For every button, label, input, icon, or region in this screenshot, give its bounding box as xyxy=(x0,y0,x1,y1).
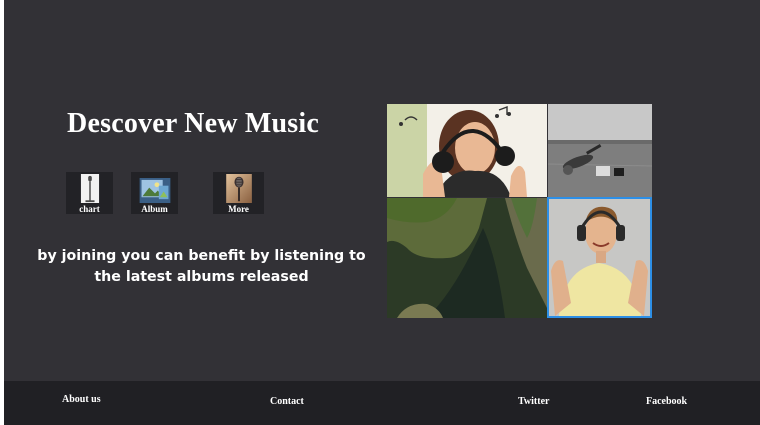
woman-headphones-image xyxy=(387,104,547,197)
more-label: More xyxy=(228,204,249,214)
woman-headphones-photo[interactable] xyxy=(387,104,547,197)
footer-link-about[interactable]: About us xyxy=(62,394,101,405)
chart-tile[interactable]: chart xyxy=(66,172,113,214)
microphone-stand-icon xyxy=(80,174,99,203)
footer-link-twitter[interactable]: Twitter xyxy=(518,396,549,407)
hero-tagline: by joining you can benefit by listening … xyxy=(37,248,366,285)
album-label: Album xyxy=(141,204,168,214)
man-headphones-photo[interactable] xyxy=(547,197,652,318)
hero-title: Descover New Music xyxy=(67,108,319,139)
canyon-river-image xyxy=(387,198,547,318)
album-tile[interactable]: Album xyxy=(131,172,178,214)
footer-link-contact[interactable]: Contact xyxy=(270,396,304,407)
photo-collage xyxy=(387,104,652,318)
person-lying-photo[interactable] xyxy=(548,104,652,197)
man-headphones-image xyxy=(549,199,650,316)
footer-link-facebook[interactable]: Facebook xyxy=(646,396,687,407)
chart-label: chart xyxy=(79,204,100,214)
person-lying-image xyxy=(548,104,652,197)
photo-album-icon xyxy=(139,178,170,203)
vintage-microphone-icon xyxy=(225,174,252,203)
footer: About us Contact Twitter Facebook xyxy=(4,381,760,425)
more-tile[interactable]: More xyxy=(213,172,264,214)
canyon-river-photo[interactable] xyxy=(387,198,547,318)
